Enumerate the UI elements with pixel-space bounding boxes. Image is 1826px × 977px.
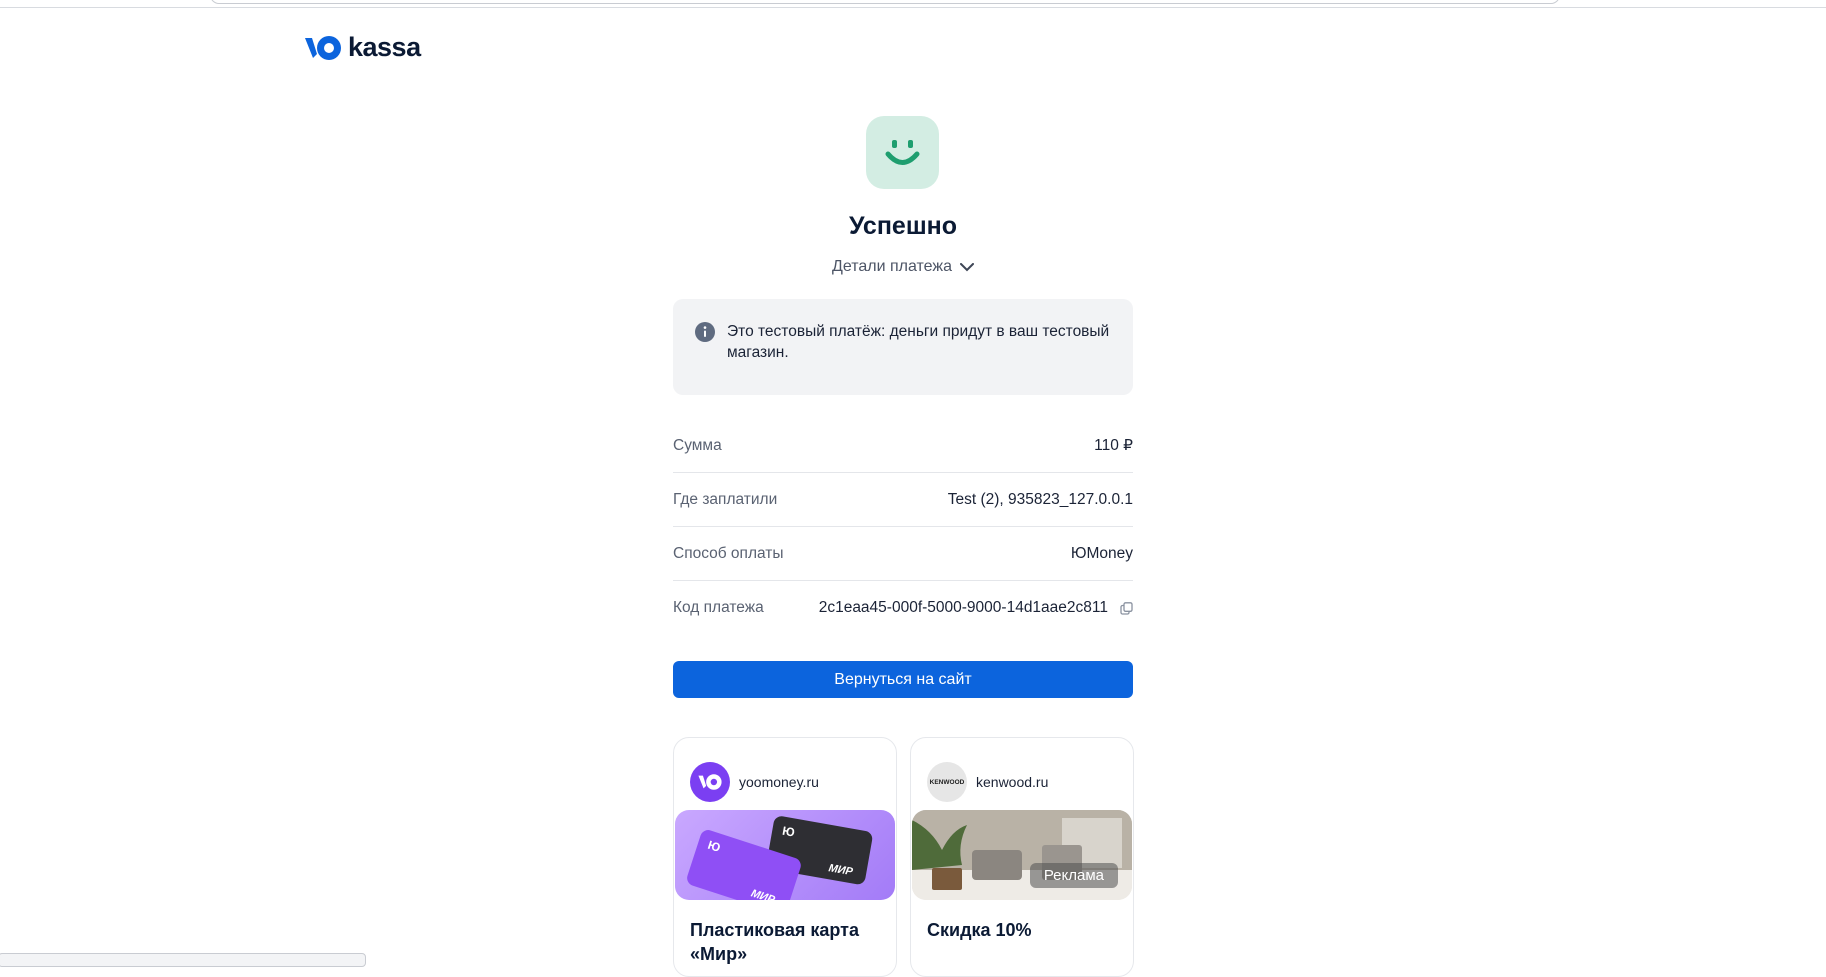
payment-row-merchant: Где заплатили Test (2), 935823_127.0.0.1: [673, 473, 1133, 527]
row-value: Test (2), 935823_127.0.0.1: [947, 490, 1133, 508]
payment-details-toggle[interactable]: Детали платежа: [673, 258, 1133, 276]
promo-header: KENWOOD kenwood.ru: [911, 738, 1133, 810]
svg-text:Ю: Ю: [781, 824, 796, 840]
browser-top-bar: [0, 0, 1826, 8]
promo-site: kenwood.ru: [976, 774, 1049, 790]
payment-row-code: Код платежа 2c1eaa45-000f-5000-9000-14d1…: [673, 581, 1133, 635]
smile-icon: [885, 140, 920, 165]
yoomoney-avatar: [690, 762, 730, 802]
copy-icon[interactable]: [1120, 601, 1133, 615]
logo-text: kassa: [348, 32, 421, 62]
promo-title: Скидка 10%: [927, 920, 1032, 940]
yoo-logo-icon: [698, 774, 722, 790]
payment-details-label: Детали платежа: [832, 258, 952, 275]
payment-details-list: Сумма 110 ₽ Где заплатили Test (2), 9358…: [673, 419, 1133, 635]
success-status-badge: [866, 116, 939, 189]
address-bar[interactable]: [210, 0, 1560, 4]
promo-header: yoomoney.ru: [674, 738, 896, 810]
promo-site: yoomoney.ru: [739, 774, 819, 790]
promo-card-kenwood[interactable]: KENWOOD kenwood.ru Реклама Скидка 10%: [910, 737, 1134, 977]
payment-code: 2c1eaa45-000f-5000-9000-14d1aae2c811: [818, 599, 1108, 616]
info-icon: [695, 322, 715, 342]
brand-logo[interactable]: kassa: [303, 32, 421, 63]
chevron-down-icon: [959, 262, 974, 271]
ad-badge: Реклама: [1029, 863, 1118, 888]
row-label: Сумма: [673, 436, 722, 454]
promo-title: Пластиковая карта «Мир»: [690, 920, 859, 964]
promo-banner-image: Ю МИР Ю МИР: [675, 810, 895, 900]
row-value: 110 ₽: [1094, 437, 1133, 454]
row-label: Где заплатили: [673, 490, 778, 508]
page-title: Успешно: [848, 212, 958, 240]
kenwood-avatar: KENWOOD: [927, 762, 967, 802]
row-value: 2c1eaa45-000f-5000-9000-14d1aae2c811: [819, 599, 1133, 617]
row-label: Способ оплаты: [673, 544, 784, 562]
promo-card-yoomoney[interactable]: yoomoney.ru Ю МИР Ю МИР Пластиковая карт…: [673, 737, 897, 977]
row-value: ЮMoney: [1070, 544, 1133, 562]
payment-row-amount: Сумма 110 ₽: [673, 419, 1133, 473]
promo-banner-image: Реклама: [912, 810, 1132, 900]
return-to-site-button[interactable]: Вернуться на сайт: [673, 661, 1133, 698]
test-payment-notice: Это тестовый платёж: деньги придут в ваш…: [673, 299, 1133, 395]
browser-status-url: [0, 953, 366, 967]
mir-cards-illustration: Ю МИР Ю МИР: [687, 816, 873, 900]
payment-row-method: Способ оплаты ЮMoney: [673, 527, 1133, 581]
row-label: Код платежа: [673, 599, 764, 616]
notice-text: Это тестовый платёж: деньги придут в ваш…: [727, 323, 1110, 361]
yoo-logo-icon: [305, 35, 341, 60]
